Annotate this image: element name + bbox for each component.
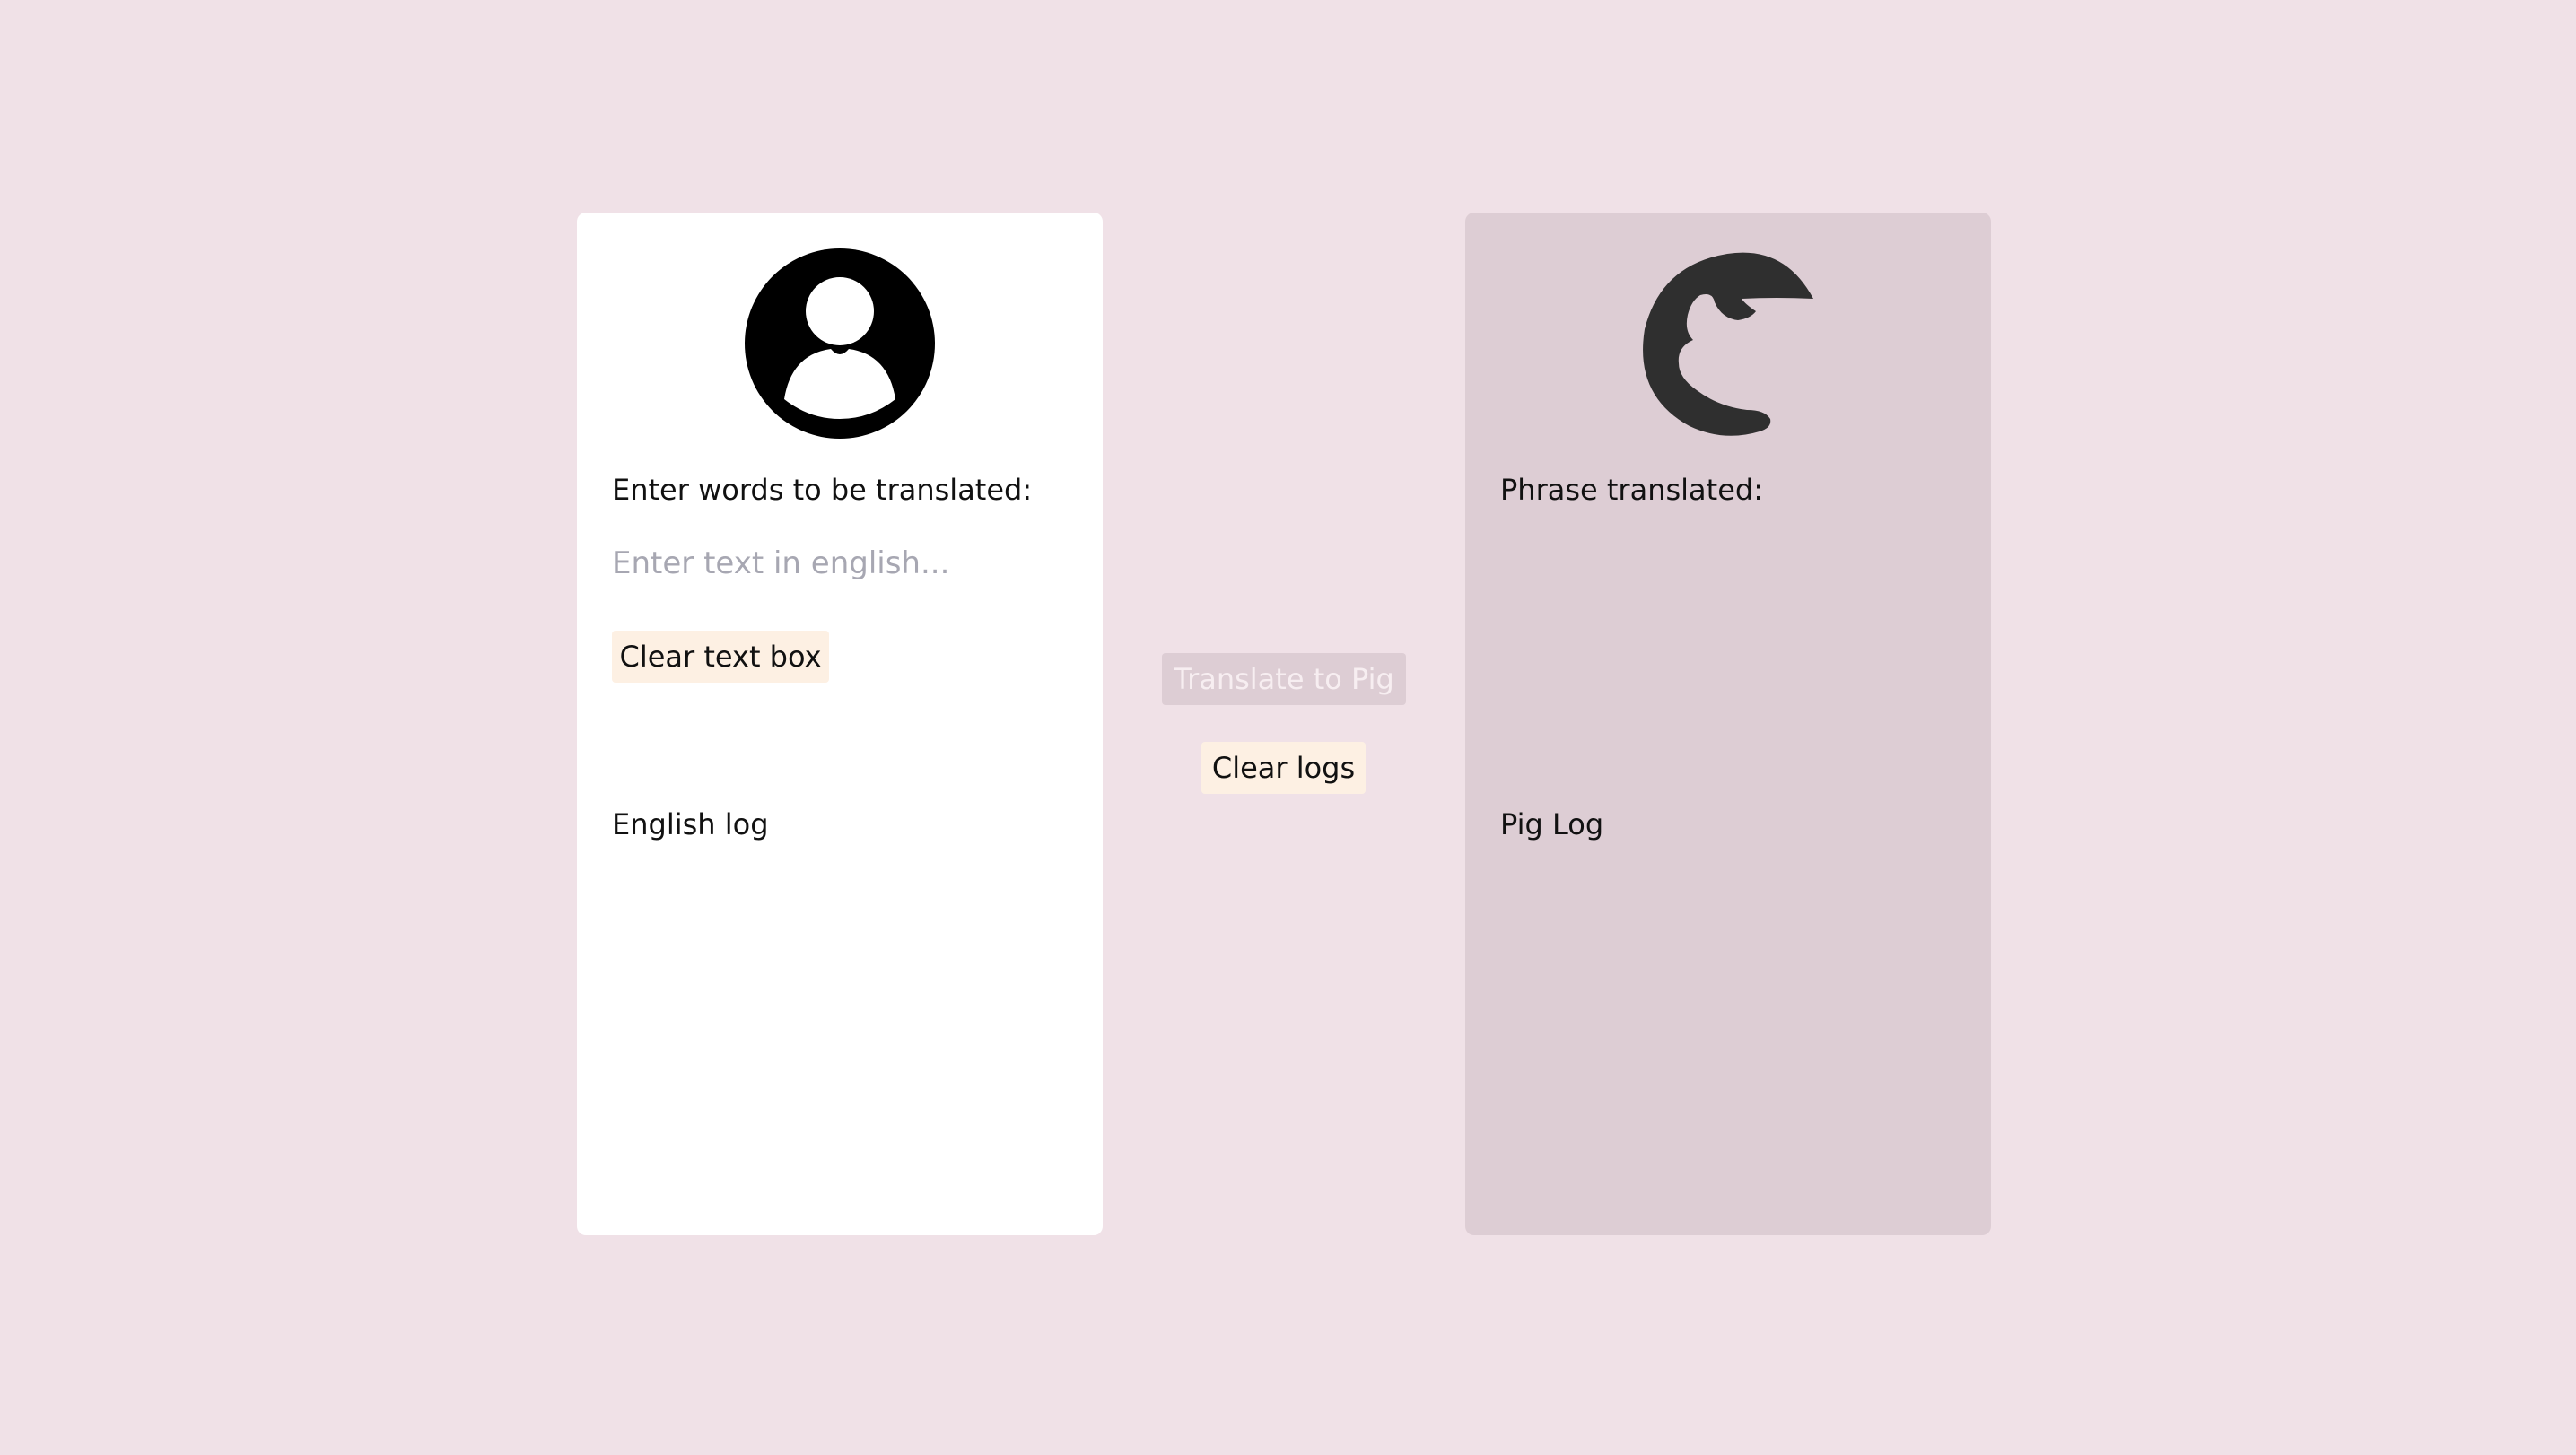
pig-panel: Phrase translated: Pig Log: [1465, 213, 1991, 1235]
translate-to-pig-button[interactable]: Translate to Pig: [1162, 653, 1406, 705]
pig-head-icon: [1641, 252, 1817, 437]
clear-text-box-button[interactable]: Clear text box: [612, 631, 829, 683]
user-circle-icon: [745, 248, 935, 439]
phrase-translated-label: Phrase translated:: [1500, 473, 1763, 507]
english-log-list: [612, 805, 1061, 1190]
english-panel: Enter words to be translated: Clear text…: [577, 213, 1103, 1235]
pig-log-list: [1500, 805, 1949, 1190]
english-text-input[interactable]: [612, 538, 1061, 588]
english-prompt-label: Enter words to be translated:: [612, 473, 1033, 507]
clear-logs-button[interactable]: Clear logs: [1201, 742, 1366, 794]
translated-phrase-output: [1500, 518, 1949, 751]
